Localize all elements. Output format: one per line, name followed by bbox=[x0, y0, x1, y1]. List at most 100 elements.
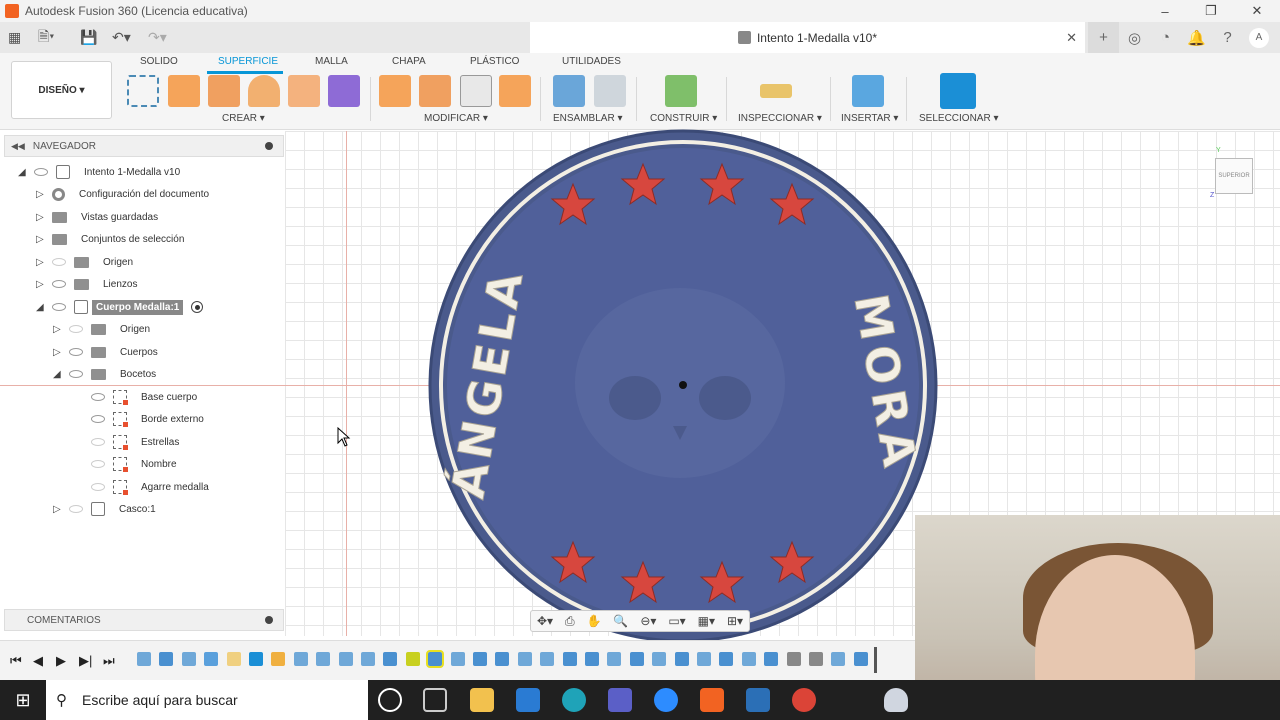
tab-chapa[interactable]: CHAPA bbox=[392, 56, 426, 67]
tree-item-sketch-base[interactable]: Base cuerpo bbox=[91, 387, 197, 407]
timeline-feature-icon[interactable] bbox=[361, 652, 375, 666]
select-icon[interactable] bbox=[940, 73, 976, 109]
revolve-icon[interactable] bbox=[208, 75, 240, 107]
collapsed-triangle-icon[interactable]: ▷ bbox=[36, 279, 46, 290]
timeline-feature-icon[interactable] bbox=[607, 652, 622, 666]
display-settings-icon[interactable]: ▭▾ bbox=[668, 614, 685, 628]
timeline-marker[interactable] bbox=[874, 647, 877, 673]
job-status-icon[interactable]: ◔ bbox=[1150, 22, 1181, 53]
extrude-icon[interactable] bbox=[168, 75, 200, 107]
tree-item-helmet[interactable]: ▷ Casco:1 bbox=[53, 499, 156, 519]
save-icon[interactable]: 💾 bbox=[80, 22, 97, 53]
minimize-button[interactable]: – bbox=[1142, 0, 1188, 22]
new-tab-icon[interactable]: + bbox=[1088, 22, 1119, 53]
viewports-icon[interactable]: ⊞▾ bbox=[727, 614, 743, 628]
fit-icon[interactable]: ⊖▾ bbox=[640, 614, 656, 628]
restore-button[interactable]: ❐ bbox=[1188, 0, 1234, 22]
expanded-triangle-icon[interactable]: ◢ bbox=[36, 302, 46, 313]
timeline-feature-icon[interactable] bbox=[271, 652, 286, 666]
timeline-feature-icon[interactable] bbox=[159, 652, 174, 666]
group-modificar[interactable]: MODIFICAR ▾ bbox=[424, 113, 488, 124]
document-tab[interactable]: Intento 1-Medalla v10* ✕ bbox=[530, 22, 1085, 53]
collapsed-triangle-icon[interactable]: ▷ bbox=[53, 504, 63, 515]
fusion-taskbar-icon[interactable] bbox=[700, 688, 724, 712]
tree-item-document-settings[interactable]: ▷ Configuración del documento bbox=[36, 184, 209, 204]
visibility-eye-icon[interactable] bbox=[52, 303, 66, 311]
weather-cloud-icon[interactable] bbox=[884, 688, 908, 712]
patch-icon[interactable] bbox=[379, 75, 411, 107]
form-icon[interactable] bbox=[328, 75, 360, 107]
timeline-end-icon[interactable]: ⏭ bbox=[103, 653, 115, 669]
timeline-feature-icon[interactable] bbox=[293, 652, 308, 666]
timeline-feature-icon[interactable] bbox=[629, 652, 644, 666]
split-body-icon[interactable] bbox=[460, 75, 492, 107]
timeline-play-icon[interactable]: ▶ bbox=[56, 653, 66, 669]
sweep-icon[interactable] bbox=[248, 75, 280, 107]
visibility-eye-icon[interactable] bbox=[69, 505, 83, 513]
activate-component-icon[interactable] bbox=[191, 301, 204, 313]
measure-icon[interactable] bbox=[760, 84, 792, 98]
tree-item-sketch-name[interactable]: Nombre bbox=[91, 454, 177, 474]
viewcube[interactable]: SUPERIOR bbox=[1215, 158, 1253, 194]
create-sketch-icon[interactable] bbox=[127, 75, 159, 107]
visibility-eye-icon[interactable] bbox=[52, 280, 66, 288]
timeline-feature-icon[interactable] bbox=[853, 652, 868, 666]
collapsed-triangle-icon[interactable]: ▷ bbox=[36, 189, 46, 200]
visibility-eye-icon[interactable] bbox=[91, 438, 105, 446]
close-button[interactable]: ✕ bbox=[1234, 0, 1280, 22]
tree-item-body-component[interactable]: ◢ Cuerpo Medalla:1 bbox=[36, 297, 204, 317]
cortana-icon[interactable] bbox=[378, 688, 402, 712]
collapsed-triangle-icon[interactable]: ▷ bbox=[36, 234, 46, 245]
group-seleccionar[interactable]: SELECCIONAR ▾ bbox=[919, 113, 998, 124]
notifications-icon[interactable]: 🔔 bbox=[1181, 22, 1212, 53]
edge-icon[interactable] bbox=[562, 688, 586, 712]
file-explorer-icon[interactable] bbox=[470, 688, 494, 712]
browser-header[interactable]: ◀◀ NAVEGADOR bbox=[4, 135, 284, 157]
press-pull-icon[interactable] bbox=[499, 75, 531, 107]
extensions-icon[interactable]: ◎ bbox=[1119, 22, 1150, 53]
group-inspeccionar[interactable]: INSPECCIONAR ▾ bbox=[738, 113, 822, 124]
task-view-icon[interactable] bbox=[423, 688, 447, 712]
offset-plane-icon[interactable] bbox=[665, 75, 697, 107]
timeline-feature-icon[interactable] bbox=[137, 652, 151, 666]
timeline-feature-icon[interactable] bbox=[719, 652, 734, 666]
undo-icon[interactable]: ↶▾ bbox=[112, 22, 131, 53]
timeline-start-icon[interactable]: ⏮ bbox=[10, 653, 22, 669]
collapsed-triangle-icon[interactable]: ▷ bbox=[36, 212, 46, 223]
group-crear[interactable]: CREAR ▾ bbox=[222, 113, 265, 124]
tree-item-sketch-stars[interactable]: Estrellas bbox=[91, 432, 179, 452]
timeline-prev-icon[interactable]: ◀ bbox=[33, 653, 43, 669]
visibility-eye-icon[interactable] bbox=[69, 325, 83, 333]
group-ensamblar[interactable]: ENSAMBLAR ▾ bbox=[553, 113, 622, 124]
joint-icon[interactable] bbox=[594, 75, 626, 107]
visibility-eye-icon[interactable] bbox=[34, 168, 48, 176]
timeline-feature-icon[interactable] bbox=[338, 652, 353, 666]
workspace-selector[interactable]: DISEÑO ▾ bbox=[11, 61, 112, 119]
timeline-feature-icon[interactable] bbox=[226, 652, 241, 666]
loft-icon[interactable] bbox=[288, 75, 320, 107]
timeline-feature-icon[interactable] bbox=[764, 652, 779, 666]
collapse-browser-icon[interactable]: ◀◀ bbox=[11, 141, 25, 152]
timeline-feature-icon[interactable] bbox=[540, 652, 555, 666]
expanded-triangle-icon[interactable]: ◢ bbox=[53, 369, 63, 380]
tree-item-selection-sets[interactable]: ▷ Conjuntos de selección bbox=[36, 229, 184, 249]
delete-face-icon[interactable] bbox=[419, 75, 451, 107]
collapsed-triangle-icon[interactable]: ▷ bbox=[36, 257, 46, 268]
collapsed-triangle-icon[interactable]: ▷ bbox=[53, 324, 63, 335]
tree-item-sketches[interactable]: ◢ Bocetos bbox=[53, 364, 156, 384]
medal-model[interactable]: ÁNGELA MORA bbox=[425, 128, 941, 640]
redo-icon[interactable]: ↷▾ bbox=[148, 22, 167, 53]
timeline-feature-icon[interactable] bbox=[562, 652, 577, 666]
group-construir[interactable]: CONSTRUIR ▾ bbox=[650, 113, 717, 124]
chrome-icon[interactable] bbox=[792, 688, 816, 712]
browser-pin-icon[interactable] bbox=[265, 142, 273, 150]
timeline-feature-icon[interactable] bbox=[517, 652, 532, 666]
comments-pin-icon[interactable] bbox=[265, 616, 273, 624]
tree-item-sketch-grip[interactable]: Agarre medalla bbox=[91, 477, 209, 497]
visibility-eye-icon[interactable] bbox=[91, 415, 105, 423]
tab-plastico[interactable]: PLÁSTICO bbox=[470, 56, 519, 67]
timeline-feature-icon[interactable] bbox=[426, 650, 445, 668]
timeline-feature-icon[interactable] bbox=[831, 652, 846, 666]
visibility-eye-icon[interactable] bbox=[69, 370, 83, 378]
grid-settings-icon[interactable]: ▦▾ bbox=[698, 614, 715, 628]
